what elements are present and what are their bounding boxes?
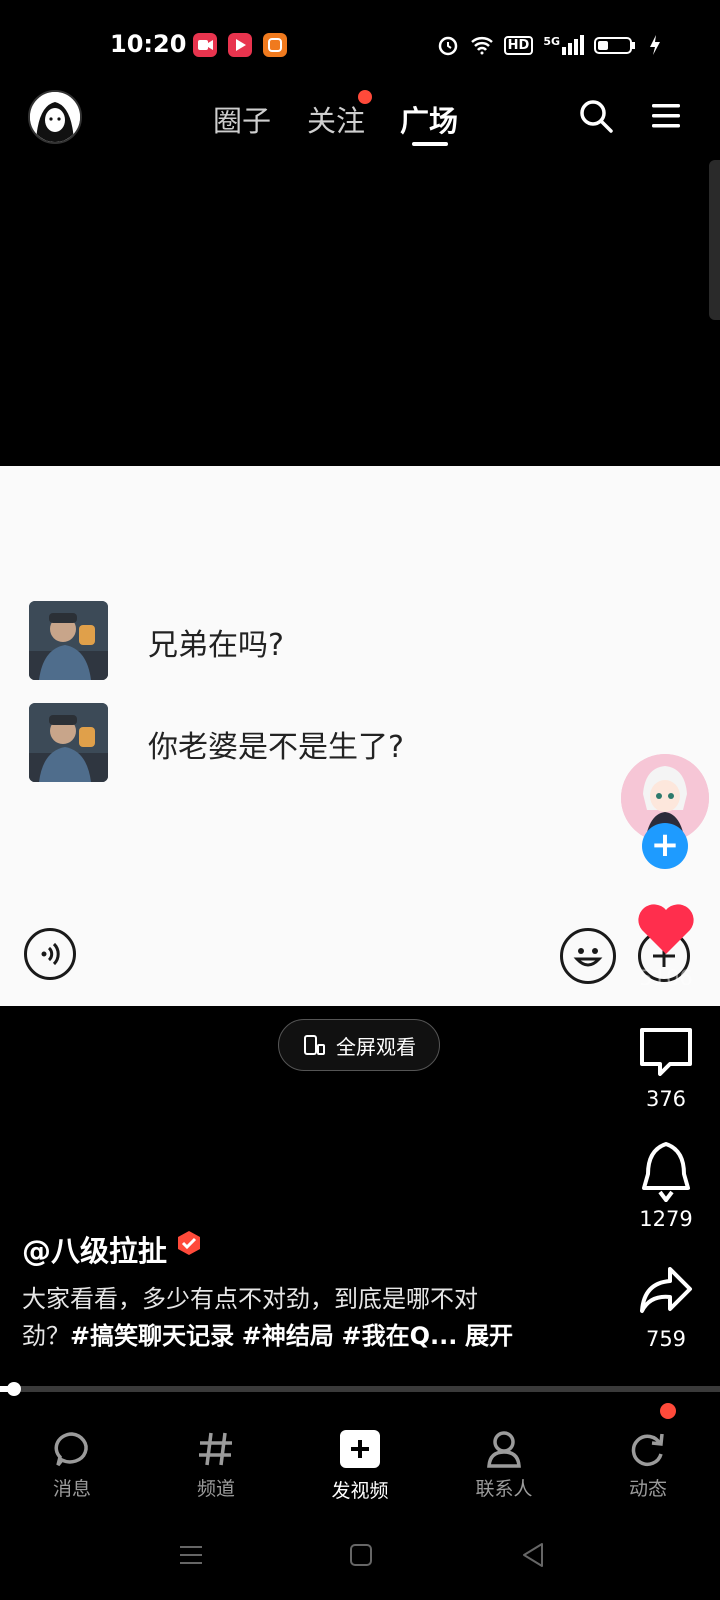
tab-plaza[interactable]: 广场 — [400, 98, 458, 140]
nav-label: 发视频 — [331, 1480, 389, 1502]
nav-post-video[interactable]: 发视频 — [310, 1430, 410, 1503]
active-tab-indicator — [412, 142, 448, 146]
emoji-icon — [560, 928, 616, 984]
battery-icon — [594, 37, 635, 54]
nav-trends[interactable]: 动态 — [598, 1430, 698, 1501]
status-icons: HD 5G — [436, 33, 662, 57]
like-heart-icon[interactable] — [636, 900, 696, 960]
nav-channels[interactable]: 频道 — [166, 1430, 266, 1501]
nav-contacts[interactable]: 联系人 — [454, 1430, 554, 1501]
chat-message: 你老婆是不是生了? — [148, 730, 404, 765]
comment-icon[interactable] — [638, 1026, 694, 1080]
video-progress-handle[interactable] — [7, 1382, 22, 1396]
wifi-icon — [470, 37, 493, 55]
chat-bubble-icon — [54, 1432, 88, 1467]
side-scroll-handle[interactable] — [709, 160, 720, 320]
comment-count: 376 — [645, 1087, 687, 1111]
tab-following[interactable]: 关注 — [307, 98, 365, 140]
charging-icon — [650, 35, 660, 55]
nav-label: 消息 — [52, 1478, 91, 1500]
hd-badge: HD — [503, 35, 534, 55]
fullscreen-label: 全屏观看 — [336, 1034, 416, 1059]
following-notification-dot — [358, 90, 372, 104]
status-time: 10:20 — [110, 30, 187, 58]
user-avatar[interactable] — [28, 90, 82, 144]
verified-icon — [176, 1230, 202, 1256]
hashtag[interactable]: #搞笑聊天记录 — [70, 1322, 234, 1350]
share-icon[interactable] — [638, 1265, 694, 1321]
voice-input-icon — [24, 928, 76, 980]
nav-label: 频道 — [196, 1478, 235, 1500]
recent-apps-icon[interactable] — [176, 1540, 206, 1570]
video-app-icon — [193, 33, 217, 57]
like-count: 5106 — [639, 966, 693, 990]
follow-creator-button[interactable]: + — [642, 823, 688, 869]
home-icon[interactable] — [346, 1540, 376, 1570]
shopping-app-icon — [263, 33, 287, 57]
nav-messages[interactable]: 消息 — [22, 1430, 122, 1501]
search-icon[interactable] — [578, 98, 614, 138]
chat-avatar — [29, 703, 108, 782]
play-app-icon — [228, 33, 252, 57]
rotate-screen-icon — [304, 1035, 325, 1055]
nav-label: 动态 — [628, 1478, 667, 1500]
post-caption: 大家看看，多少有点不对劲，到底是哪不对劲？#搞笑聊天记录 #神结局 #我在Q..… — [22, 1281, 522, 1355]
plus-box-icon — [340, 1430, 380, 1468]
chat-avatar — [29, 601, 108, 680]
share-count: 759 — [645, 1327, 687, 1351]
favorite-bell-icon[interactable] — [640, 1140, 692, 1206]
video-progress-track[interactable] — [0, 1386, 720, 1392]
hashtag-icon — [199, 1432, 232, 1466]
hashtag[interactable]: #我在Q... — [342, 1322, 458, 1350]
fullscreen-button[interactable]: 全屏观看 — [278, 1019, 440, 1071]
back-icon[interactable] — [518, 1540, 548, 1570]
refresh-icon — [631, 1433, 664, 1467]
signal-icon: 5G — [543, 35, 584, 55]
favorite-count: 1279 — [639, 1207, 693, 1231]
expand-link[interactable]: 展开 — [465, 1322, 513, 1350]
tab-circles[interactable]: 圈子 — [213, 98, 271, 140]
trends-notification-dot — [660, 1403, 676, 1419]
alarm-icon — [438, 36, 457, 56]
person-icon — [487, 1431, 521, 1468]
author-name[interactable]: @八级拉扯 — [22, 1228, 167, 1270]
hashtag[interactable]: #神结局 — [242, 1322, 334, 1350]
chat-message: 兄弟在吗? — [148, 628, 284, 663]
nav-label: 联系人 — [475, 1478, 533, 1500]
menu-icon[interactable] — [650, 100, 682, 136]
